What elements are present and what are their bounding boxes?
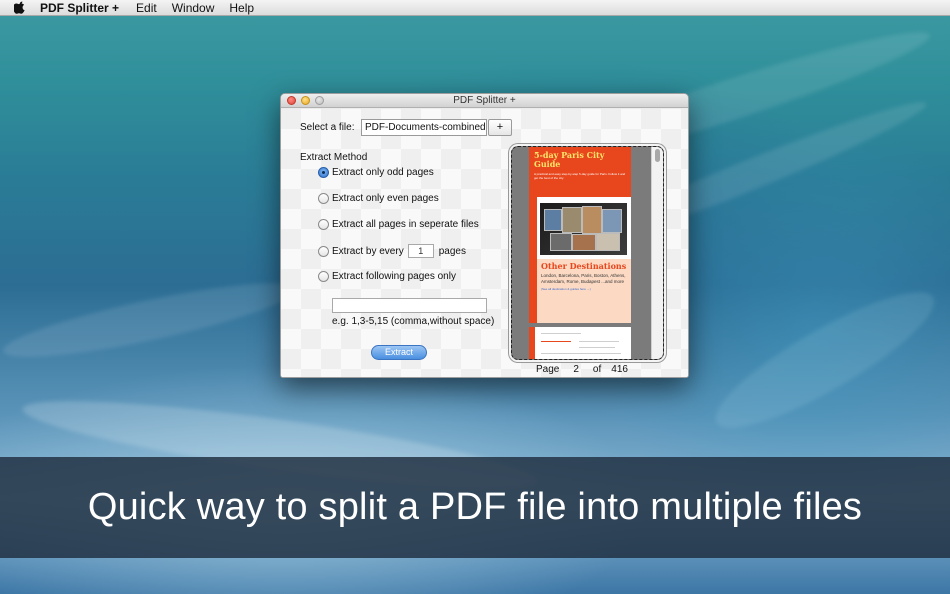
doc-section-heading: Other Destinations <box>541 261 627 271</box>
radio-all-pages[interactable] <box>318 219 329 230</box>
file-path-field[interactable]: PDF-Documents-combined <box>361 119 487 136</box>
preview-next-page <box>529 327 631 359</box>
window-title: PDF Splitter + <box>453 95 516 106</box>
doc-side-strip <box>529 197 537 323</box>
app-window: PDF Splitter + Select a file: PDF-Docume… <box>280 93 689 378</box>
option-even-pages-label[interactable]: Extract only even pages <box>332 193 439 204</box>
add-file-button[interactable]: + <box>488 119 512 136</box>
pdf-preview[interactable]: 5-day Paris City Guide A practical and e… <box>511 146 664 360</box>
option-following-pages-label[interactable]: Extract following pages only <box>332 271 456 282</box>
page-indicator: Page 2 of 416 <box>536 364 634 375</box>
zoom-window-button[interactable] <box>315 96 324 105</box>
radio-every-n-pages[interactable] <box>318 245 329 257</box>
extract-button[interactable]: Extract <box>371 345 427 360</box>
option-odd-pages[interactable]: Extract only odd pages <box>318 167 434 178</box>
close-window-button[interactable] <box>287 96 296 105</box>
option-all-pages[interactable]: Extract all pages in seperate files <box>318 219 479 230</box>
current-page: 2 <box>573 364 579 375</box>
select-file-label: Select a file: <box>300 122 355 133</box>
option-all-pages-label[interactable]: Extract all pages in seperate files <box>332 219 479 230</box>
doc-title: 5-day Paris City Guide <box>534 150 605 169</box>
doc-subtitle: A practical and easy step-by-step 5-day … <box>534 172 626 180</box>
minimize-window-button[interactable] <box>301 96 310 105</box>
caption-banner: Quick way to split a PDF file into multi… <box>0 457 950 558</box>
window-content: Select a file: PDF-Documents-combined + … <box>281 109 688 377</box>
radio-odd-pages[interactable] <box>318 167 329 178</box>
caption-text: Quick way to split a PDF file into multi… <box>87 486 863 528</box>
apple-logo-icon[interactable] <box>14 1 28 14</box>
every-n-suffix: pages <box>438 245 466 257</box>
preview-page: 5-day Paris City Guide A practical and e… <box>529 147 631 323</box>
menu-app-name[interactable]: PDF Splitter + <box>40 0 119 16</box>
option-every-n-pages[interactable]: Extract by every 1 pages <box>318 244 466 258</box>
doc-link: (See all destination & guides here →) <box>541 287 591 291</box>
page-of-label: of <box>592 364 602 375</box>
menu-bar: PDF Splitter + Edit Window Help <box>0 0 950 16</box>
extract-method-label: Extract Method <box>300 152 368 163</box>
menu-edit[interactable]: Edit <box>136 0 157 16</box>
preview-scroll-thumb[interactable] <box>655 149 660 162</box>
doc-section-body: London, Barcelona, Paris, Boston, Athens… <box>541 273 626 284</box>
doc-header: 5-day Paris City Guide A practical and e… <box>529 147 631 197</box>
doc-photo-collage <box>540 203 627 255</box>
option-even-pages[interactable]: Extract only even pages <box>318 193 439 204</box>
window-titlebar[interactable]: PDF Splitter + <box>281 94 688 108</box>
menu-window[interactable]: Window <box>172 0 215 16</box>
radio-even-pages[interactable] <box>318 193 329 204</box>
option-following-pages[interactable]: Extract following pages only <box>318 271 456 282</box>
page-label: Page <box>536 364 560 375</box>
total-pages: 416 <box>611 364 628 375</box>
option-odd-pages-label[interactable]: Extract only odd pages <box>332 167 434 178</box>
doc-destinations: Other Destinations London, Barcelona, Pa… <box>537 259 631 323</box>
preview-scrollbar[interactable] <box>651 147 663 359</box>
pages-example-hint: e.g. 1,3-5,15 (comma,without space) <box>332 316 495 327</box>
option-every-n-pages-label[interactable]: Extract by every <box>332 246 404 257</box>
pages-list-input[interactable] <box>332 298 487 313</box>
radio-following-pages[interactable] <box>318 271 329 282</box>
menu-help[interactable]: Help <box>229 0 254 16</box>
every-n-input[interactable]: 1 <box>407 244 434 258</box>
